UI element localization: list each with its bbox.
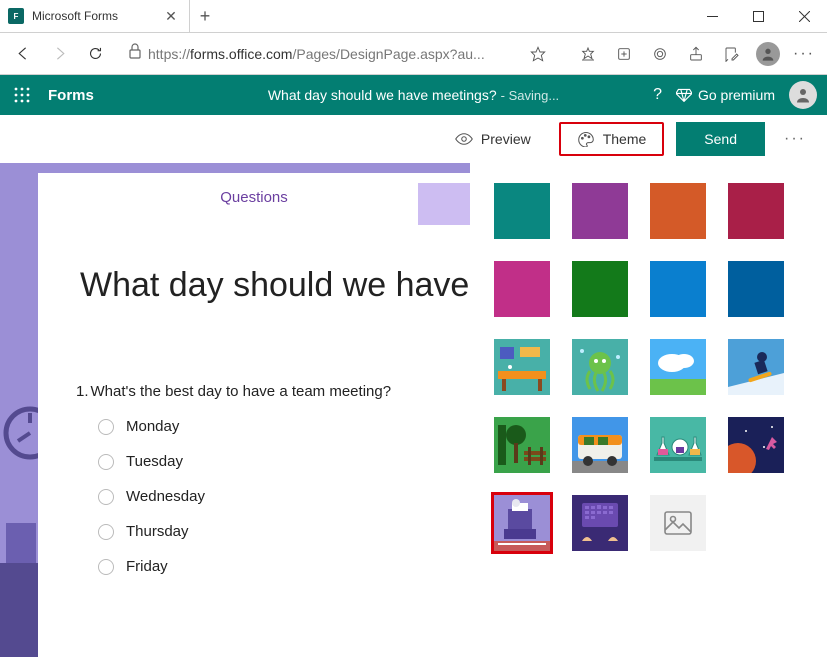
browser-toolbar: https://forms.office.com/Pages/DesignPag… [0,33,827,75]
question-text: What's the best day to have a team meeti… [91,383,392,400]
app-launcher-button[interactable] [6,79,38,111]
forward-button[interactable] [42,37,76,71]
option-tuesday[interactable]: Tuesday [98,453,470,470]
form-preview-panel: Questions What day should we have 1. Wha… [0,163,470,657]
form-title-area[interactable]: What day should we have meetings? - Savi… [268,87,559,103]
radio-icon [98,454,114,470]
option-label: Friday [126,558,168,575]
option-label: Thursday [126,523,189,540]
new-tab-button[interactable]: + [190,6,220,27]
eye-icon [455,133,473,145]
extension-button[interactable] [643,37,677,71]
profile-avatar[interactable] [751,37,785,71]
theme-color-1[interactable] [494,183,550,239]
saving-status: - Saving... [501,88,560,103]
theme-color-5[interactable] [494,261,550,317]
option-wednesday[interactable]: Wednesday [98,488,470,505]
refresh-button[interactable] [78,37,112,71]
diamond-icon [676,88,692,102]
close-tab-button[interactable]: ✕ [163,8,179,24]
upload-theme-button[interactable] [650,495,706,551]
theme-color-4[interactable] [728,183,784,239]
radio-icon [98,524,114,540]
address-bar[interactable]: https://forms.office.com/Pages/DesignPag… [122,39,561,69]
more-button[interactable]: ··· [777,130,813,148]
option-monday[interactable]: Monday [98,418,470,435]
share-button[interactable] [679,37,713,71]
lock-icon [128,43,142,64]
favorite-button[interactable] [521,37,555,71]
flasks-theme[interactable] [650,417,706,473]
browser-tab[interactable]: F Microsoft Forms ✕ [0,0,190,32]
command-bar: Preview Theme Send ··· [0,115,827,163]
tab-title: Microsoft Forms [32,9,163,23]
theme-color-6[interactable] [572,261,628,317]
help-button[interactable]: ? [653,86,662,104]
notes-button[interactable] [715,37,749,71]
keyboard-theme[interactable] [572,495,628,551]
form-title[interactable]: What day should we have [80,266,470,305]
preview-button[interactable]: Preview [439,122,547,156]
window-maximize-button[interactable] [735,0,781,32]
option-thursday[interactable]: Thursday [98,523,470,540]
theme-color-2[interactable] [572,183,628,239]
responses-tab-preview[interactable] [418,183,470,225]
questions-tab[interactable]: Questions [38,173,470,218]
option-label: Tuesday [126,453,183,470]
theme-panel [470,163,827,657]
theme-color-3[interactable] [650,183,706,239]
header-form-title: What day should we have meetings? [268,87,497,103]
back-button[interactable] [6,37,40,71]
radio-icon [98,559,114,575]
premium-button[interactable]: Go premium [676,87,775,103]
snowboard-theme[interactable] [728,339,784,395]
option-label: Monday [126,418,179,435]
form-card: Questions What day should we have 1. Wha… [38,173,470,657]
forms-app-header: Forms What day should we have meetings? … [0,75,827,115]
url-text: https://forms.office.com/Pages/DesignPag… [148,46,521,62]
theme-color-8[interactable] [728,261,784,317]
browser-titlebar: F Microsoft Forms ✕ + [0,0,827,33]
user-avatar[interactable] [789,81,817,109]
radio-icon [98,419,114,435]
theme-button[interactable]: Theme [559,122,665,156]
brand-label[interactable]: Forms [48,87,94,104]
typewriter-theme[interactable] [494,495,550,551]
room-theme[interactable] [494,339,550,395]
window-minimize-button[interactable] [689,0,735,32]
park-theme[interactable] [494,417,550,473]
cloud-theme[interactable] [650,339,706,395]
palette-icon [577,131,595,147]
radio-icon [98,489,114,505]
forms-favicon-icon: F [8,8,24,24]
option-friday[interactable]: Friday [98,558,470,575]
image-icon [664,511,692,535]
browser-more-button[interactable]: ··· [787,37,821,71]
space-theme[interactable] [728,417,784,473]
collections-button[interactable] [607,37,641,71]
window-close-button[interactable] [781,0,827,32]
question-1[interactable]: 1. What's the best day to have a team me… [76,383,470,575]
van-theme[interactable] [572,417,628,473]
question-number: 1. [76,383,89,400]
send-button[interactable]: Send [676,122,765,156]
theme-color-7[interactable] [650,261,706,317]
octopus-theme[interactable] [572,339,628,395]
option-label: Wednesday [126,488,205,505]
favorites-list-button[interactable] [571,37,605,71]
